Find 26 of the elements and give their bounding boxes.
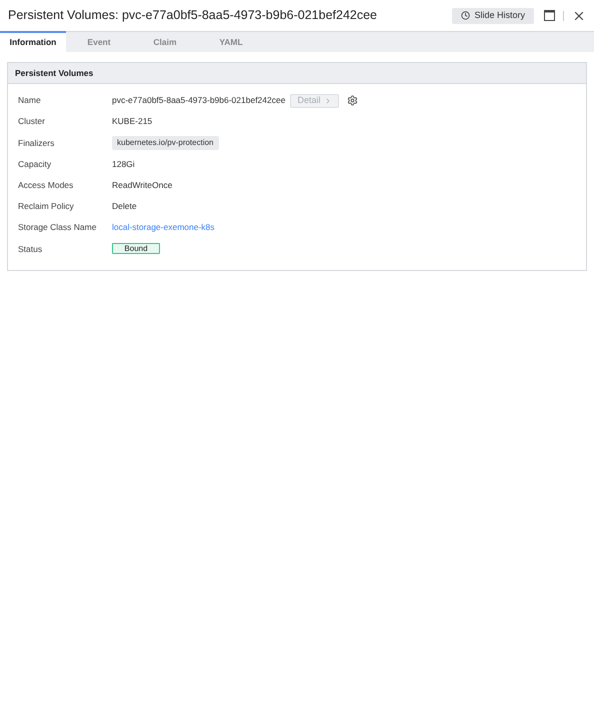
field-label: Status — [18, 242, 44, 256]
field-label: Capacity — [18, 158, 52, 171]
field-label: Access Modes — [18, 178, 74, 192]
tab[interactable]: Information — [0, 31, 66, 52]
field-label: Storage Class Name — [18, 221, 98, 234]
volume-name: pvc-e77a0bf5-8aa5-4973-b9b6-021bef242cee — [112, 94, 286, 107]
field-label: Reclaim Policy — [18, 200, 75, 213]
field-label: Name — [18, 94, 42, 107]
tab[interactable]: YAML — [198, 32, 264, 52]
finalizer-tag: kubernetes.io/pv-protection — [112, 136, 218, 150]
field-value: 128Gi — [112, 158, 135, 171]
tab[interactable]: Event — [66, 32, 132, 52]
tab[interactable]: Claim — [132, 32, 198, 52]
window-title: Persistent Volumes: pvc-e77a0bf5-8aa5-4973-b9b6-021bef242cee — [8, 7, 378, 24]
field-label: Cluster — [18, 115, 46, 128]
field-value: KUBE-215 — [112, 115, 152, 128]
clock-icon — [461, 11, 470, 20]
panel-header: Persistent Volumes — [8, 63, 586, 84]
maximize-icon[interactable] — [544, 10, 555, 21]
field-label: Finalizers — [18, 136, 56, 150]
field-value: Delete — [112, 200, 137, 213]
field-value: ReadWriteOnce — [112, 178, 172, 192]
status-badge: Bound — [112, 243, 160, 254]
slide-history-button[interactable]: Slide History — [452, 8, 534, 24]
settings-icon[interactable] — [347, 95, 358, 106]
storage-class-link[interactable]: local-storage-exemone-k8s — [112, 221, 215, 234]
